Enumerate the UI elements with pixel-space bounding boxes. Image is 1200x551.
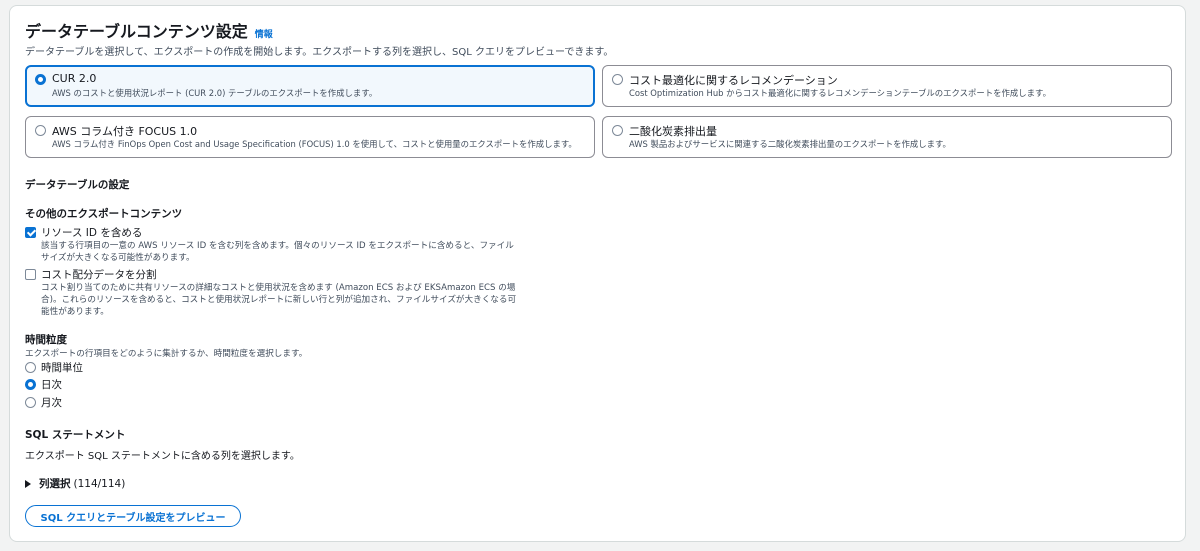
granularity-heading: 時間粒度 — [25, 334, 67, 346]
info-link[interactable]: 情報 — [255, 27, 273, 40]
radio-focus-1[interactable] — [35, 125, 46, 136]
granularity-daily[interactable]: 日次 — [25, 377, 62, 392]
preview-sql-button[interactable]: SQL クエリとテーブル設定をプレビュー — [25, 505, 241, 527]
tile-title: コスト最適化に関するレコメンデーション — [629, 74, 838, 87]
sql-statement-heading: SQL ステートメント — [25, 429, 126, 441]
radio-label: 時間単位 — [41, 362, 83, 374]
radio-cost-optimization[interactable] — [612, 74, 623, 85]
tile-title: 二酸化炭素排出量 — [629, 125, 717, 138]
tile-title: AWS コラム付き FOCUS 1.0 — [52, 125, 198, 138]
description-line: コスト割り当てのために共有リソースの詳細なコストと使用状況を含めます (Amaz… — [41, 283, 516, 293]
granularity-hourly[interactable]: 時間単位 — [25, 360, 83, 375]
caret-right-icon — [25, 479, 31, 488]
checkbox-description: 該当する行項目の一意の AWS リソース ID を含む列を含めます。個々のリソー… — [41, 240, 541, 264]
tile-carbon-emissions[interactable]: 二酸化炭素排出量 AWS 製品およびサービスに関連する二酸化炭素排出量のエクスポ… — [602, 116, 1172, 158]
tile-cur-2[interactable]: CUR 2.0 AWS のコストと使用状況レポート (CUR 2.0) テーブル… — [25, 65, 595, 107]
sql-statement-description: エクスポート SQL ステートメントに含める列を選択します。 — [25, 451, 300, 462]
include-resource-id-checkbox[interactable] — [25, 227, 36, 238]
checkbox-label: リソース ID を含める — [41, 227, 143, 239]
page-description: データテーブルを選択して、エクスポートの作成を開始します。エクスポートする列を選… — [25, 47, 614, 58]
table-settings-heading: データテーブルの設定 — [25, 179, 130, 191]
tile-description: AWS 製品およびサービスに関連する二酸化炭素排出量のエクスポートを作成します。 — [629, 139, 951, 149]
granularity-monthly[interactable]: 月次 — [25, 395, 62, 410]
tile-description: AWS のコストと使用状況レポート (CUR 2.0) テーブルのエクスポートを… — [52, 88, 378, 98]
checkbox-label: コスト配分データを分割 — [41, 269, 157, 281]
description-line: 該当する行項目の一意の AWS リソース ID を含む列を含めます。個々のリソー… — [41, 241, 514, 251]
granularity-hint: エクスポートの行項目をどのように集計するか、時間粒度を選択します。 — [25, 349, 308, 359]
header-row: データテーブルコンテンツ設定 情報 — [25, 18, 273, 42]
tile-focus-1[interactable]: AWS コラム付き FOCUS 1.0 AWS コラム付き FinOps Ope… — [25, 116, 595, 158]
page-title: データテーブルコンテンツ設定 — [25, 22, 248, 41]
tile-description: Cost Optimization Hub からコスト最適化に関するレコメンデー… — [629, 88, 1051, 98]
table-content-settings-panel: データテーブルコンテンツ設定 情報 データテーブルを選択して、エクスポートの作成… — [9, 5, 1186, 542]
expander-count: (114/114) — [73, 477, 126, 490]
radio-label: 月次 — [41, 397, 62, 409]
tile-cost-optimization[interactable]: コスト最適化に関するレコメンデーション Cost Optimization Hu… — [602, 65, 1172, 107]
radio-carbon-emissions[interactable] — [612, 125, 623, 136]
split-cost-allocation-checkbox[interactable] — [25, 269, 36, 280]
radio-label: 日次 — [41, 379, 62, 391]
radio-daily[interactable] — [25, 379, 36, 390]
description-line: 合)。これらのリソースを含めると、コストと使用状況レポートに新しい行と列が追加さ… — [41, 295, 517, 305]
description-line: 能性があります。 — [41, 307, 109, 317]
checkbox-description: コスト割り当てのために共有リソースの詳細なコストと使用状況を含めます (Amaz… — [41, 282, 541, 318]
radio-cur-2[interactable] — [35, 74, 46, 85]
additional-content-heading: その他のエクスポートコンテンツ — [25, 208, 183, 220]
description-line: サイズが大きくなる可能性があります。 — [41, 253, 195, 263]
radio-hourly[interactable] — [25, 362, 36, 373]
expander-label: 列選択 — [39, 478, 71, 490]
radio-monthly[interactable] — [25, 397, 36, 408]
column-selection-expander[interactable]: 列選択 (114/114) — [25, 476, 125, 491]
tile-title: CUR 2.0 — [52, 72, 97, 85]
tile-description: AWS コラム付き FinOps Open Cost and Usage Spe… — [52, 139, 577, 149]
